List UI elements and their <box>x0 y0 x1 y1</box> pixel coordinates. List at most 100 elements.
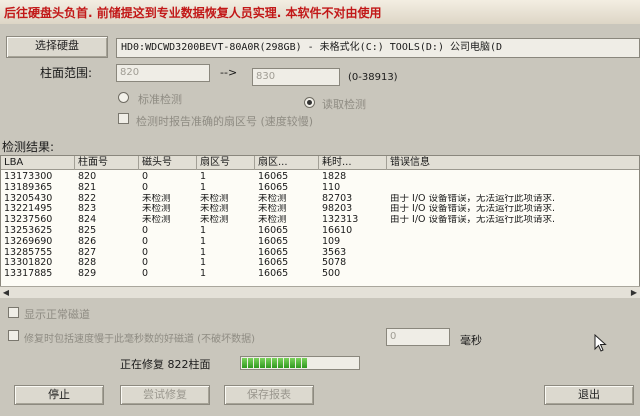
repair-threshold-input[interactable]: 0 <box>386 328 450 346</box>
column-header[interactable]: 错误信息 <box>387 156 639 170</box>
scroll-left-icon[interactable]: ◀ <box>0 287 12 298</box>
table-row[interactable]: 13301820 828 0 1 16065 5078 <box>1 258 639 269</box>
exit-button[interactable]: 退出 <box>544 385 634 405</box>
disk-info-field: HD0:WDCWD3200BEVT-80A0R(298GB) - 未格式化(C:… <box>116 38 640 58</box>
progress-segment <box>278 358 283 368</box>
range-from-input[interactable]: 820 <box>116 64 210 82</box>
save-report-button[interactable]: 保存报表 <box>224 385 314 405</box>
progress-segment <box>290 358 295 368</box>
read-check-radio[interactable] <box>304 97 315 108</box>
table-cell-cyl: 822 <box>78 193 97 204</box>
table-row[interactable]: 13285755 827 0 1 16065 3563 <box>1 247 639 258</box>
scroll-right-icon[interactable]: ▶ <box>628 287 640 298</box>
table-cell-error: 由于 I/O 设备错误，无法运行此项请求. <box>390 193 556 204</box>
table-cell-count: 未检测 <box>258 193 287 204</box>
progress-segment <box>248 358 253 368</box>
table-cell-count: 16065 <box>258 182 289 193</box>
table-cell-lba: 13173300 <box>4 172 53 182</box>
repair-option-label: 修复时包括速度慢于此毫秒数的好磁道 (不破坏数据) <box>24 334 255 345</box>
table-row[interactable]: 13221495 823 未检测 未检测 未检测 98203 由于 I/O 设备错误，无法运… <box>1 204 639 215</box>
horizontal-scrollbar[interactable]: ◀ ▶ <box>0 286 640 298</box>
standard-check-radio[interactable] <box>118 92 129 103</box>
show-normal-checkbox[interactable] <box>8 307 19 318</box>
table-cell-sector: 1 <box>200 247 207 258</box>
table-cell-lba: 13253625 <box>4 226 53 236</box>
table-row[interactable]: 13317885 829 0 1 16065 500 <box>1 269 639 280</box>
table-cell-head: 0 <box>142 182 149 193</box>
column-header[interactable]: 耗时... <box>319 156 387 170</box>
table-cell-lba: 13269690 <box>4 236 53 247</box>
table-cell-head: 0 <box>142 172 149 182</box>
table-row[interactable]: 13237560 824 未检测 未检测 未检测 132313 由于 I/O 设备错误，无法… <box>1 215 639 226</box>
report-sector-checkbox[interactable] <box>118 113 129 124</box>
table-cell-time: 16610 <box>322 226 353 236</box>
table-row[interactable]: 13269690 826 0 1 16065 109 <box>1 236 639 247</box>
table-row[interactable]: 13253625 825 0 1 16065 16610 <box>1 226 639 236</box>
table-cell-head: 未检测 <box>142 193 171 204</box>
read-check-label: 读取检测 <box>322 98 366 111</box>
range-limit: (0-38913) <box>348 72 398 83</box>
stop-button[interactable]: 停止 <box>14 385 104 405</box>
disk-info-text: HD0:WDCWD3200BEVT-80A0R(298GB) - 未格式化(C:… <box>121 42 503 53</box>
range-label: 柱面范围: <box>40 66 93 80</box>
table-cell-cyl: 826 <box>78 236 97 247</box>
progress-segment <box>284 358 289 368</box>
try-repair-button[interactable]: 尝试修复 <box>120 385 210 405</box>
table-cell-cyl: 828 <box>78 258 97 269</box>
table-cell-head: 未检测 <box>142 204 171 215</box>
table-cell-head: 未检测 <box>142 215 171 226</box>
table-cell-count: 16065 <box>258 269 289 280</box>
table-cell-count: 未检测 <box>258 204 287 215</box>
range-to-input[interactable]: 830 <box>252 68 340 86</box>
table-cell-time: 1828 <box>322 172 347 182</box>
standard-check-label: 标准检测 <box>138 93 182 106</box>
progress-segment <box>296 358 301 368</box>
table-cell-lba: 13301820 <box>4 258 53 269</box>
table-cell-lba: 13317885 <box>4 269 53 280</box>
table-cell-count: 16065 <box>258 247 289 258</box>
table-cell-cyl: 823 <box>78 204 97 215</box>
table-cell-cyl: 821 <box>78 182 97 193</box>
table-row[interactable]: 13173300 820 0 1 16065 1828 <box>1 172 639 182</box>
repair-option-checkbox[interactable] <box>8 330 19 341</box>
column-header[interactable]: 扇区号 <box>197 156 255 170</box>
results-label: 检测结果: <box>2 140 55 154</box>
column-header[interactable]: LBA <box>1 156 75 170</box>
table-cell-error: 由于 I/O 设备错误，无法运行此项请求. <box>390 204 556 215</box>
table-cell-sector: 1 <box>200 236 207 247</box>
progress-segment <box>242 358 247 368</box>
table-cell-sector: 1 <box>200 258 207 269</box>
table-cell-head: 0 <box>142 269 149 280</box>
table-cell-time: 109 <box>322 236 341 247</box>
status-text: 正在修复 822柱面 <box>120 358 211 371</box>
table-row[interactable]: 13189365 821 0 1 16065 110 <box>1 182 639 193</box>
table-cell-sector: 未检测 <box>200 215 229 226</box>
mouse-cursor-icon <box>594 334 607 352</box>
progress-segment <box>254 358 259 368</box>
table-cell-count: 16065 <box>258 172 289 182</box>
table-cell-cyl: 827 <box>78 247 97 258</box>
column-header[interactable]: 柱面号 <box>75 156 139 170</box>
table-cell-time: 98203 <box>322 204 353 215</box>
table-cell-time: 5078 <box>322 258 347 269</box>
table-row[interactable]: 13205430 822 未检测 未检测 未检测 82703 由于 I/O 设备错误，无法运… <box>1 193 639 204</box>
table-cell-sector: 未检测 <box>200 204 229 215</box>
table-cell-head: 0 <box>142 236 149 247</box>
table-cell-lba: 13189365 <box>4 182 53 193</box>
table-cell-sector: 1 <box>200 226 207 236</box>
column-header[interactable]: 磁头号 <box>139 156 197 170</box>
table-cell-error: 由于 I/O 设备错误，无法运行此项请求. <box>390 215 556 226</box>
progress-fill <box>242 358 358 368</box>
show-normal-label: 显示正常磁道 <box>24 308 90 321</box>
table-cell-count: 16065 <box>258 226 289 236</box>
table-cell-cyl: 824 <box>78 215 97 226</box>
table-cell-count: 未检测 <box>258 215 287 226</box>
table-cell-time: 110 <box>322 182 341 193</box>
table-cell-sector: 1 <box>200 269 207 280</box>
select-disk-button[interactable]: 选择硬盘 <box>6 36 108 58</box>
table-cell-sector: 1 <box>200 182 207 193</box>
table-cell-time: 132313 <box>322 215 359 226</box>
column-header[interactable]: 扇区... <box>255 156 319 170</box>
table-cell-count: 16065 <box>258 236 289 247</box>
table-cell-lba: 13285755 <box>4 247 53 258</box>
